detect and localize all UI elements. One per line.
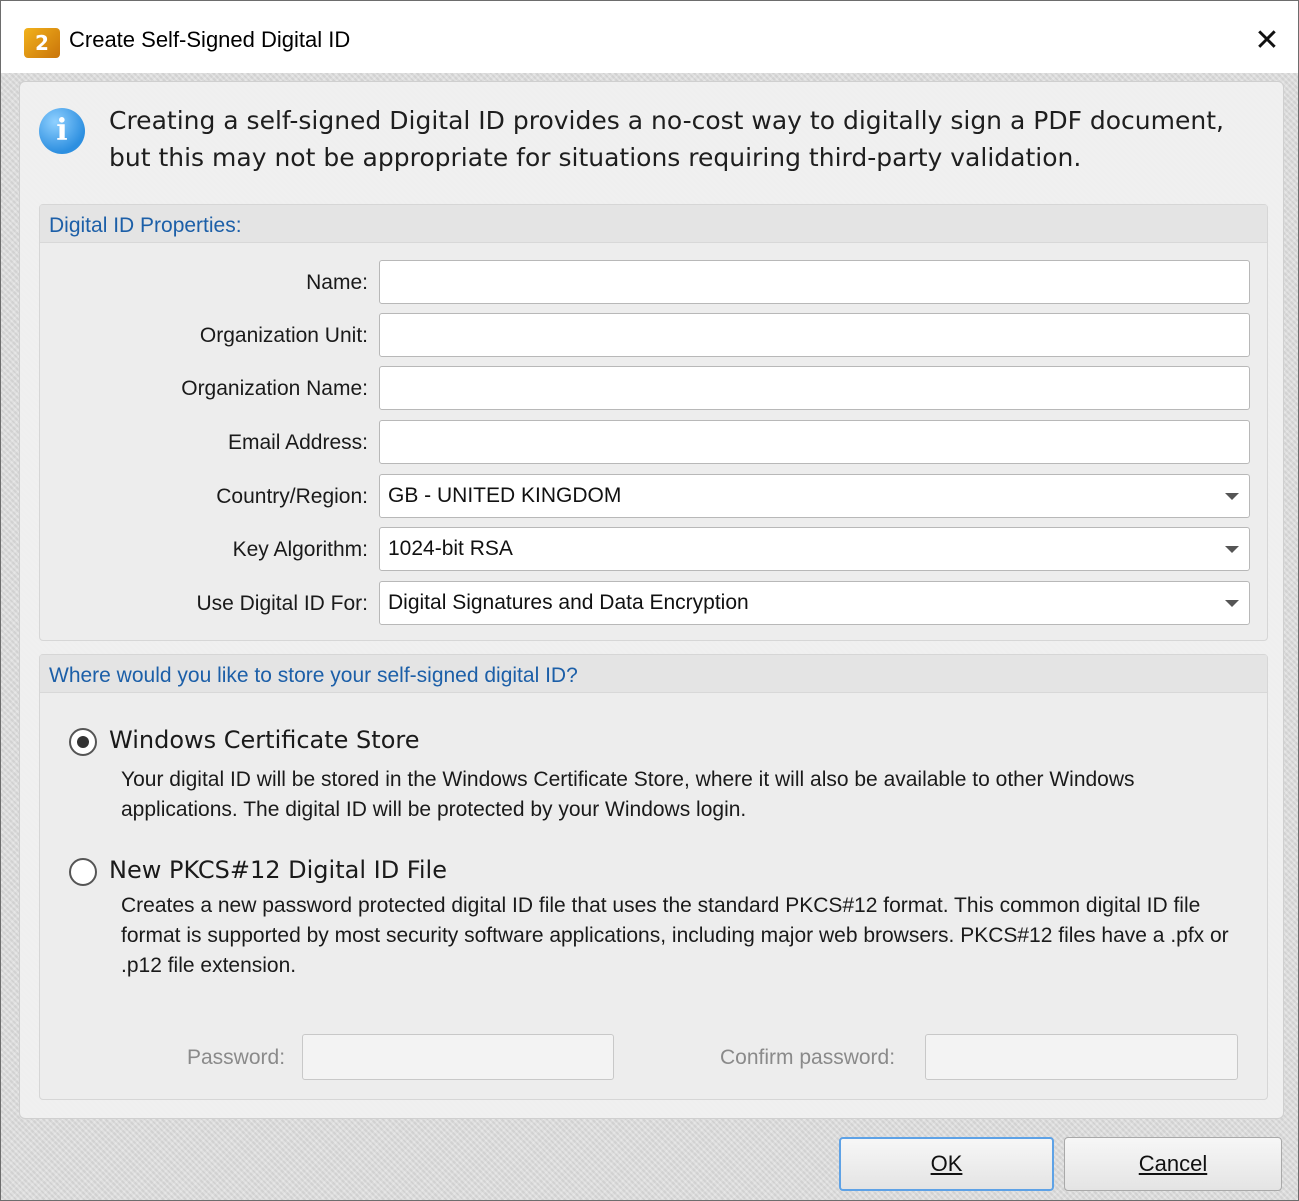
title-bar: 2 Create Self-Signed Digital ID ✕: [1, 1, 1298, 73]
name-input[interactable]: [379, 260, 1250, 304]
windows-store-radio[interactable]: [69, 728, 97, 756]
cancel-button[interactable]: Cancel: [1064, 1137, 1282, 1191]
key-algorithm-label: Key Algorithm:: [232, 538, 368, 561]
group-header: Digital ID Properties:: [40, 205, 1267, 243]
key-algorithm-select[interactable]: 1024-bit RSA: [379, 527, 1250, 571]
organization-name-label: Organization Name:: [181, 377, 368, 400]
ok-button[interactable]: OK: [839, 1137, 1054, 1191]
organization-unit-label: Organization Unit:: [199, 324, 368, 347]
cancel-button-label: Cancel: [1138, 1151, 1208, 1176]
email-label: Email Address:: [227, 431, 368, 454]
password-label: Password:: [187, 1046, 286, 1069]
password-input[interactable]: [302, 1034, 614, 1080]
country-label: Country/Region:: [216, 485, 368, 508]
group-header: Where would you like to store your self-…: [40, 655, 1267, 693]
group-title-storage: Where would you like to store your self-…: [49, 664, 578, 687]
pkcs12-file-description: Creates a new password protected digital…: [121, 894, 1229, 977]
group-title-properties: Digital ID Properties:: [49, 214, 242, 237]
pkcs12-file-label[interactable]: New PKCS#12 Digital ID File: [109, 856, 447, 884]
app-logo-icon: 2: [24, 28, 60, 58]
windows-store-description: Your digital ID will be stored in the Wi…: [121, 768, 1135, 821]
use-digital-id-select[interactable]: Digital Signatures and Data Encryption: [379, 581, 1250, 625]
organization-unit-input[interactable]: [379, 313, 1250, 357]
country-select[interactable]: GB - UNITED KINGDOM: [379, 474, 1250, 518]
confirm-password-input[interactable]: [925, 1034, 1238, 1080]
windows-store-label[interactable]: Windows Certificate Store: [109, 726, 420, 754]
info-message: Creating a self-signed Digital ID provid…: [109, 106, 1224, 172]
close-icon[interactable]: ✕: [1245, 19, 1289, 63]
organization-name-input[interactable]: [379, 366, 1250, 410]
info-icon: i: [39, 108, 85, 154]
use-digital-id-label: Use Digital ID For:: [196, 592, 368, 615]
email-input[interactable]: [379, 420, 1250, 464]
window-title: Create Self-Signed Digital ID: [69, 27, 351, 52]
dialog-window: 2 Create Self-Signed Digital ID ✕ i Crea…: [0, 0, 1299, 1201]
confirm-password-label: Confirm password:: [720, 1046, 896, 1069]
pkcs12-file-radio[interactable]: [69, 858, 97, 886]
name-label: Name:: [306, 271, 368, 294]
ok-button-label: OK: [930, 1151, 963, 1176]
